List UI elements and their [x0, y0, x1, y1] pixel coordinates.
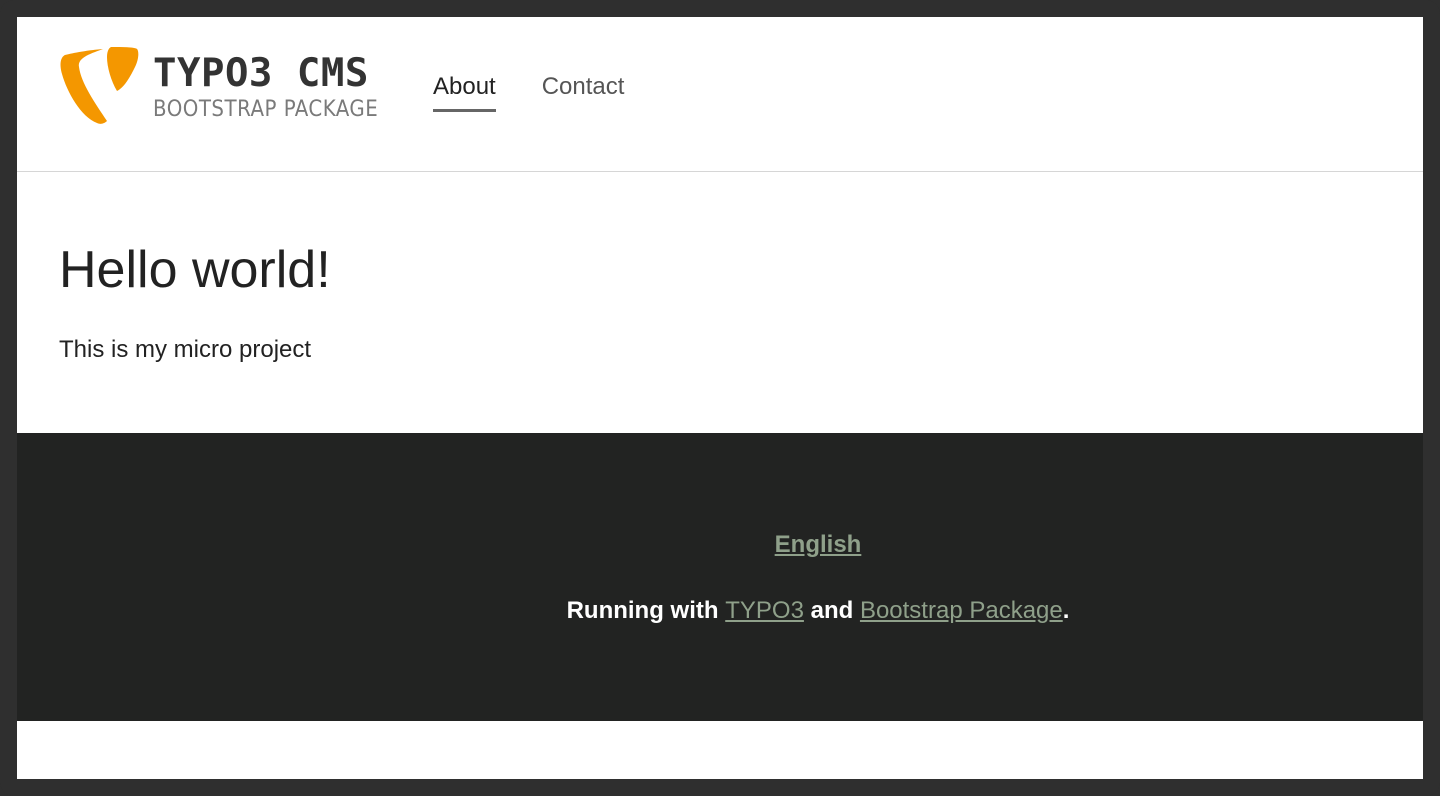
nav-item-about[interactable]: About — [433, 73, 496, 112]
site-header: TYPO3 CMS BOOTSTRAP PACKAGE About Contac… — [17, 17, 1423, 172]
brand-subtitle: BOOTSTRAP PACKAGE — [153, 97, 379, 122]
bottom-area — [17, 721, 1423, 779]
browser-frame: TYPO3 CMS BOOTSTRAP PACKAGE About Contac… — [0, 0, 1440, 796]
language-link-english[interactable]: English — [775, 531, 862, 558]
bootstrap-package-link[interactable]: Bootstrap Package — [860, 597, 1063, 624]
credit-middle: and — [810, 597, 854, 624]
nav-item-contact[interactable]: Contact — [542, 73, 625, 112]
language-menu: English — [17, 531, 1423, 559]
main-content: Hello world! This is my micro project — [17, 172, 1423, 433]
credit-prefix: Running with — [566, 597, 719, 624]
page-window: TYPO3 CMS BOOTSTRAP PACKAGE About Contac… — [17, 17, 1423, 779]
brand-logo-link[interactable]: TYPO3 CMS BOOTSTRAP PACKAGE — [59, 47, 379, 127]
typo3-link[interactable]: TYPO3 — [725, 597, 804, 624]
footer-credit: Running with TYPO3 and Bootstrap Package… — [17, 597, 1423, 625]
site-footer: English Running with TYPO3 and Bootstrap… — [17, 433, 1423, 721]
main-navigation: About Contact — [433, 73, 624, 112]
brand-title: TYPO3 CMS — [153, 51, 369, 96]
page-title: Hello world! — [59, 241, 331, 299]
credit-suffix: . — [1062, 597, 1070, 624]
page-text: This is my micro project — [59, 336, 312, 363]
